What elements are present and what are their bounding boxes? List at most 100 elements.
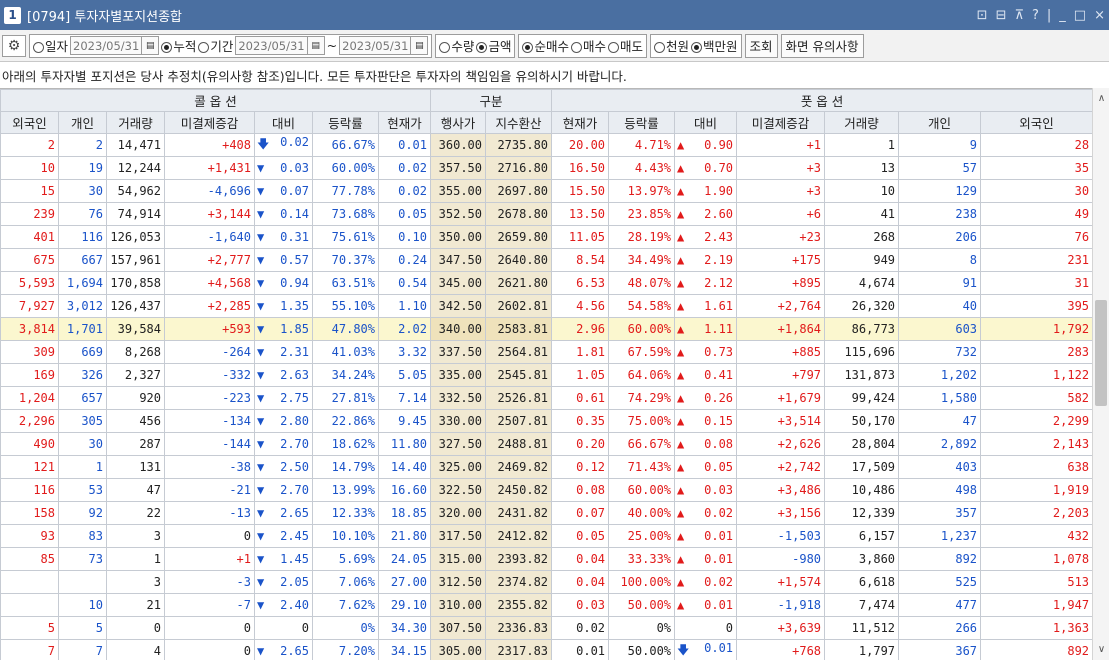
radio-million-won[interactable]: 백만원	[691, 36, 738, 55]
restore-layout-icon[interactable]: ⊡	[977, 8, 988, 23]
table-row[interactable]: 5 5 0 0 0 0% 34.30 307.50 2336.83 0.02 0% 0 +3,639 11…	[0, 616, 1092, 640]
call-volume-cell: 157,961	[106, 248, 165, 272]
put-oi-change-cell: +1,679	[736, 386, 826, 410]
put-oi-change-cell: +797	[736, 363, 826, 387]
put-oi-change-cell: +768	[736, 639, 826, 660]
table-row[interactable]: 15 30 54,962 -4,696 ▼ 0.07 77.78% 0.02 355.00 269…	[0, 179, 1092, 203]
scroll-up-icon[interactable]: ∧	[1093, 90, 1109, 107]
index-conv-cell: 2336.83	[485, 616, 553, 640]
down-triangle-icon: ▼	[257, 552, 265, 566]
call-foreign-cell: 2	[0, 133, 59, 157]
window-controls: ⊡ ⊟ ⊼ ? | _ □ ×	[977, 0, 1105, 30]
call-change-cell: ▼ 0.94	[254, 271, 313, 295]
pin-icon[interactable]: ⊼	[1014, 8, 1024, 23]
table-row[interactable]: 2,296 305 456 -134 ▼ 2.80 22.86% 9.45 330.00 2507…	[0, 409, 1092, 433]
put-change-cell: ▲ 0.70	[674, 156, 738, 180]
table-row[interactable]: 309 669 8,268 -264 ▼ 2.31 41.03% 3.32 337.50 2564…	[0, 340, 1092, 364]
search-button[interactable]: 조회	[744, 33, 778, 58]
col-put-oi-change[interactable]: 미결제증감	[736, 111, 826, 134]
col-call-change[interactable]: 대비	[254, 111, 313, 134]
maximize-icon[interactable]: □	[1074, 8, 1086, 23]
table-row[interactable]: 158 92 22 -13 ▼ 2.65 12.33% 18.85 320.00 2431.82 0…	[0, 501, 1092, 525]
link-window-icon[interactable]: ⊟	[996, 8, 1007, 23]
strike-cell: 335.00	[430, 363, 487, 387]
scroll-down-icon[interactable]: ∨	[1093, 641, 1109, 658]
call-rate-cell: 70.37%	[312, 248, 379, 272]
call-individual-cell: 53	[58, 478, 107, 502]
col-call-volume[interactable]: 거래량	[106, 111, 165, 134]
radio-thousand-won[interactable]: 천원	[654, 36, 689, 55]
minimize-icon[interactable]: _	[1059, 8, 1066, 23]
col-strike[interactable]: 행사가	[430, 111, 487, 134]
calendar-icon[interactable]: ▤	[410, 37, 427, 54]
table-row[interactable]: 121 1 131 -38 ▼ 2.50 14.79% 14.40 325.00 2469.82 0…	[0, 455, 1092, 479]
table-row[interactable]: 3 -3 ▼ 2.05 7.06% 27.00 312.50 2374.82 0.04 100.0…	[0, 570, 1092, 594]
col-call-oi-change[interactable]: 미결제증감	[164, 111, 255, 134]
col-call-price[interactable]: 현재가	[377, 111, 432, 134]
table-row[interactable]: 5,593 1,694 170,858 +4,568 ▼ 0.94 63.51% 0.54 34…	[0, 271, 1092, 295]
index-conv-cell: 2640.80	[485, 248, 553, 272]
col-call-foreign[interactable]: 외국인	[0, 111, 59, 134]
table-row[interactable]: 3,814 1,701 39,584 +593 ▼ 1.85 47.80% 2.02 340.0…	[0, 317, 1092, 341]
settings-gear-icon[interactable]: ⚙	[2, 34, 26, 57]
position-grid[interactable]: 콜 옵 션 구분 풋 옵 션 외국인 개인 거래량 미결제증감 대비 등락률 현…	[0, 88, 1092, 660]
table-row[interactable]: 239 76 74,914 +3,144 ▼ 0.14 73.68% 0.05 352.50 26…	[0, 202, 1092, 226]
put-change-cell: ▲ 0.90	[674, 133, 738, 157]
radio-sell[interactable]: 매도	[607, 36, 643, 55]
table-row[interactable]: 10 19 12,244 +1,431 ▼ 0.03 60.00% 0.02 357.50 271…	[0, 156, 1092, 180]
table-row[interactable]: 2 2 14,471 +408 🡇 0.02 66.67% 0.01 360.00 2735.80…	[0, 133, 1092, 157]
col-index-conv[interactable]: 지수환산	[485, 111, 553, 134]
col-put-price[interactable]: 현재가	[551, 111, 610, 134]
date-daily-field[interactable]: 2023/05/31 ▤	[70, 36, 160, 55]
put-price-cell: 1.81	[551, 340, 610, 364]
calendar-icon[interactable]: ▤	[141, 37, 158, 54]
call-change-cell: ▼ 1.35	[254, 294, 313, 318]
radio-cumulative[interactable]: 누적	[161, 36, 196, 55]
put-individual-cell: 732	[898, 340, 982, 364]
radio-amount[interactable]: 금액	[476, 36, 511, 55]
table-row[interactable]: 401 116 126,053 -1,640 ▼ 0.31 75.61% 0.10 350.00…	[0, 225, 1092, 249]
table-row[interactable]: 7 7 4 0 ▼ 2.65 7.20% 34.15 305.00 2317.83 0.01 50.0…	[0, 639, 1092, 660]
date-from-field[interactable]: 2023/05/31 ▤	[235, 36, 325, 55]
call-rate-cell: 14.79%	[312, 455, 379, 479]
close-icon[interactable]: ×	[1094, 8, 1105, 23]
scroll-thumb[interactable]	[1095, 300, 1107, 406]
col-put-foreign[interactable]: 외국인	[980, 111, 1092, 134]
put-rate-cell: 40.00%	[608, 501, 676, 525]
radio-buy[interactable]: 매수	[570, 36, 606, 55]
table-row[interactable]: 169 326 2,327 -332 ▼ 2.63 34.24% 5.05 335.00 2545…	[0, 363, 1092, 387]
call-price-cell: 0.02	[377, 156, 432, 180]
vertical-scrollbar[interactable]: ∧ ∨	[1092, 88, 1109, 660]
table-row[interactable]: 93 83 3 0 ▼ 2.45 10.10% 21.80 317.50 2412.82 0.05 2…	[0, 524, 1092, 548]
col-put-individual[interactable]: 개인	[898, 111, 982, 134]
window-number-badge[interactable]: 1	[4, 6, 21, 24]
call-foreign-cell: 401	[0, 225, 59, 249]
help-icon[interactable]: ?	[1032, 8, 1039, 23]
radio-quantity[interactable]: 수량	[439, 36, 474, 55]
table-row[interactable]: 7,927 3,012 126,437 +2,285 ▼ 1.35 55.10% 1.10 34…	[0, 294, 1092, 318]
date-to-field[interactable]: 2023/05/31 ▤	[339, 36, 429, 55]
col-put-rate[interactable]: 등락률	[608, 111, 676, 134]
put-oi-change-cell: +3,514	[736, 409, 826, 433]
table-row[interactable]: 10 21 -7 ▼ 2.40 7.62% 29.10 310.00 2355.82 0.03 50…	[0, 593, 1092, 617]
col-call-rate[interactable]: 등락률	[312, 111, 379, 134]
table-row[interactable]: 490 30 287 -144 ▼ 2.70 18.62% 11.80 327.50 2488.8…	[0, 432, 1092, 456]
calendar-icon[interactable]: ▤	[306, 37, 324, 54]
radio-net-buy[interactable]: 순매수	[522, 36, 569, 55]
table-row[interactable]: 85 73 1 +1 ▼ 1.45 5.69% 24.05 315.00 2393.82 0.04 3…	[0, 547, 1092, 571]
radio-selected-icon	[476, 42, 488, 53]
call-change-cell: ▼ 2.63	[254, 363, 313, 387]
col-call-individual[interactable]: 개인	[58, 111, 107, 134]
strike-cell: 345.00	[430, 271, 487, 295]
col-put-volume[interactable]: 거래량	[824, 111, 900, 134]
table-row[interactable]: 116 53 47 -21 ▼ 2.70 13.99% 16.60 322.50 2450.82 0…	[0, 478, 1092, 502]
put-rate-cell: 33.33%	[608, 547, 676, 571]
radio-period[interactable]: 기간	[198, 36, 233, 55]
screen-notes-button[interactable]: 화면 유의사항	[780, 33, 864, 58]
put-volume-cell: 1,797	[824, 639, 900, 660]
table-row[interactable]: 675 667 157,961 +2,777 ▼ 0.57 70.37% 0.24 347.50…	[0, 248, 1092, 272]
col-put-change[interactable]: 대비	[674, 111, 738, 134]
radio-daily[interactable]: 일자	[33, 36, 68, 55]
table-row[interactable]: 1,204 657 920 -223 ▼ 2.75 27.81% 7.14 332.50 2526…	[0, 386, 1092, 410]
put-change-cell: ▲ 0.01	[674, 547, 738, 571]
